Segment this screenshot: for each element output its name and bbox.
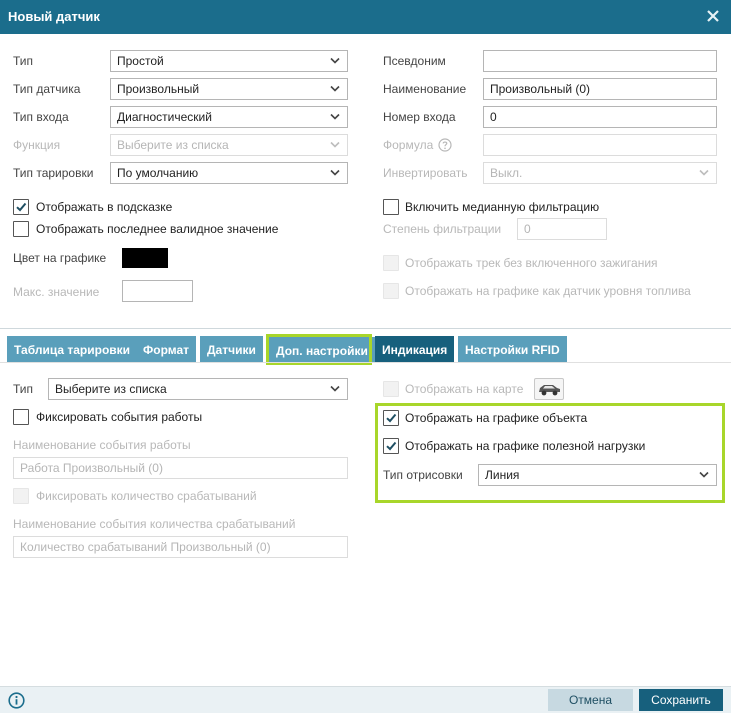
type-select-value: Простой bbox=[117, 54, 164, 68]
alias-input[interactable] bbox=[483, 50, 717, 72]
function-label: Функция bbox=[13, 138, 61, 152]
track-no-ignition-checkbox bbox=[383, 255, 399, 271]
show-last-valid-label: Отображать последнее валидное значение bbox=[36, 222, 279, 236]
section-divider bbox=[0, 328, 731, 329]
show-on-payload-chart-checkbox[interactable] bbox=[383, 438, 399, 454]
chevron-down-icon bbox=[330, 169, 340, 176]
track-no-ignition-label: Отображать трек без включенного зажигани… bbox=[405, 256, 658, 270]
invert-select: Выкл. bbox=[483, 162, 717, 184]
draw-type-label: Тип отрисовки bbox=[383, 468, 463, 482]
save-button[interactable]: Сохранить bbox=[639, 689, 723, 711]
draw-type-value: Линия bbox=[485, 468, 520, 482]
tab-underline bbox=[0, 362, 731, 363]
show-last-valid-checkbox[interactable] bbox=[13, 221, 29, 237]
filter-degree-label: Степень фильтрации bbox=[383, 222, 502, 236]
chevron-down-icon bbox=[330, 385, 340, 392]
chevron-down-icon bbox=[330, 113, 340, 120]
show-on-map-checkbox bbox=[383, 381, 399, 397]
input-number-value: 0 bbox=[490, 110, 497, 124]
tab-type-label: Тип bbox=[13, 382, 34, 396]
invert-value: Выкл. bbox=[490, 166, 523, 180]
median-filter-checkbox[interactable] bbox=[383, 199, 399, 215]
show-on-payload-chart-label: Отображать на графике полезной нагрузки bbox=[405, 439, 646, 453]
max-value-input[interactable] bbox=[122, 280, 193, 302]
filter-degree-value: 0 bbox=[524, 222, 531, 236]
chevron-down-icon bbox=[330, 85, 340, 92]
input-type-select[interactable]: Диагностический bbox=[110, 106, 348, 128]
tab-type-select[interactable]: Выберите из списка bbox=[48, 378, 348, 400]
work-event-name-input: Работа Произвольный (0) bbox=[13, 457, 348, 479]
filter-degree-input: 0 bbox=[517, 218, 607, 240]
dialog-titlebar: Новый датчик bbox=[0, 0, 731, 34]
calibration-type-select[interactable]: По умолчанию bbox=[110, 162, 348, 184]
show-on-object-chart-checkbox[interactable] bbox=[383, 410, 399, 426]
car-icon-button[interactable] bbox=[534, 378, 564, 400]
name-value: Произвольный (0) bbox=[490, 82, 591, 96]
invert-label: Инвертировать bbox=[383, 166, 468, 180]
max-value-label: Макс. значение bbox=[13, 285, 100, 299]
median-filter-label: Включить медианную фильтрацию bbox=[405, 200, 600, 214]
input-number-input[interactable]: 0 bbox=[483, 106, 717, 128]
trigger-event-name-input: Количество срабатываний Произвольный (0) bbox=[13, 536, 348, 558]
close-icon[interactable] bbox=[703, 6, 723, 26]
input-type-label: Тип входа bbox=[13, 110, 69, 124]
chart-color-label: Цвет на графике bbox=[13, 251, 107, 265]
type-select[interactable]: Простой bbox=[110, 50, 348, 72]
show-on-object-chart-label: Отображать на графике объекта bbox=[405, 411, 588, 425]
tab-format[interactable]: Формат bbox=[136, 336, 197, 362]
tab-sensors[interactable]: Датчики bbox=[200, 336, 263, 362]
fuel-level-chart-checkbox bbox=[383, 283, 399, 299]
formula-input bbox=[483, 134, 717, 156]
chevron-down-icon bbox=[330, 141, 340, 148]
input-number-label: Номер входа bbox=[383, 110, 456, 124]
calibration-type-value: По умолчанию bbox=[117, 166, 199, 180]
show-in-tooltip-checkbox[interactable] bbox=[13, 199, 29, 215]
show-on-map-label: Отображать на карте bbox=[405, 382, 524, 396]
dialog-title: Новый датчик bbox=[8, 9, 100, 24]
sensor-type-value: Произвольный bbox=[117, 82, 200, 96]
car-icon bbox=[539, 385, 560, 396]
tab-type-value: Выберите из списка bbox=[55, 382, 167, 396]
input-type-value: Диагностический bbox=[117, 110, 212, 124]
chevron-down-icon bbox=[699, 169, 709, 176]
sensor-type-label: Тип датчика bbox=[13, 82, 81, 96]
function-select: Выберите из списка bbox=[110, 134, 348, 156]
help-icon[interactable] bbox=[438, 138, 452, 152]
type-label: Тип bbox=[13, 54, 34, 68]
draw-type-select[interactable]: Линия bbox=[478, 464, 717, 486]
show-in-tooltip-label: Отображать в подсказке bbox=[36, 200, 173, 214]
cancel-button[interactable]: Отмена bbox=[548, 689, 633, 711]
chevron-down-icon bbox=[699, 471, 709, 478]
chevron-down-icon bbox=[330, 57, 340, 64]
formula-label: Формула bbox=[383, 138, 434, 152]
log-work-events-checkbox[interactable] bbox=[13, 409, 29, 425]
fuel-level-chart-label: Отображать на графике как датчик уровня … bbox=[405, 284, 691, 298]
alias-label: Псевдоним bbox=[383, 54, 446, 68]
trigger-event-name-label: Наименование события количества срабатыв… bbox=[13, 517, 296, 531]
checkmark-icon bbox=[386, 413, 397, 423]
work-event-name-label: Наименование события работы bbox=[13, 438, 191, 452]
function-value: Выберите из списка bbox=[117, 138, 229, 152]
log-trigger-count-label: Фиксировать количество срабатываний bbox=[36, 489, 257, 503]
sensor-type-select[interactable]: Произвольный bbox=[110, 78, 348, 100]
name-label: Наименование bbox=[383, 82, 467, 96]
tab-calibration-table[interactable]: Таблица тарировки bbox=[7, 336, 138, 362]
name-input[interactable]: Произвольный (0) bbox=[483, 78, 717, 100]
trigger-event-name-value: Количество срабатываний Произвольный (0) bbox=[20, 540, 271, 554]
tab-highlight-frame bbox=[266, 334, 372, 365]
tab-rfid-settings[interactable]: Настройки RFID bbox=[458, 336, 567, 362]
chart-color-swatch[interactable] bbox=[122, 248, 168, 268]
checkmark-icon bbox=[16, 202, 27, 212]
info-icon[interactable] bbox=[8, 692, 25, 709]
calibration-type-label: Тип тарировки bbox=[13, 166, 94, 180]
tab-indication[interactable]: Индикация bbox=[375, 336, 455, 362]
log-trigger-count-checkbox bbox=[13, 488, 29, 504]
log-work-events-label: Фиксировать события работы bbox=[36, 410, 203, 424]
checkmark-icon bbox=[386, 441, 397, 451]
work-event-name-value: Работа Произвольный (0) bbox=[20, 461, 163, 475]
